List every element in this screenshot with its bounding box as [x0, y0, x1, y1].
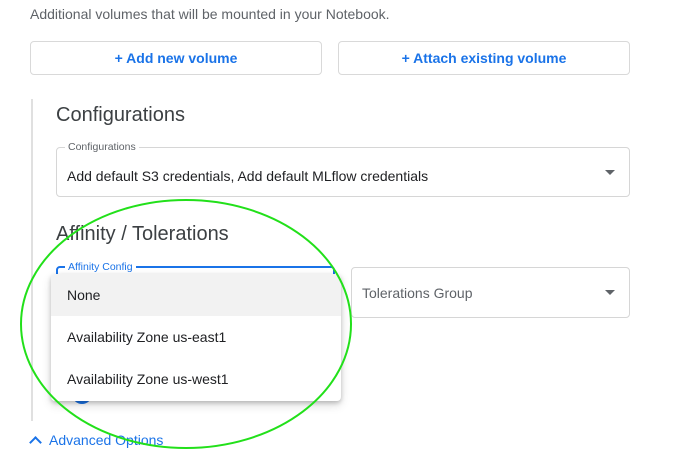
tolerations-group-select[interactable]: Tolerations Group [351, 267, 630, 318]
affinity-tolerations-title: Affinity / Tolerations [56, 223, 229, 245]
configurations-value: Add default S3 credentials, Add default … [67, 168, 429, 184]
chevron-up-icon [29, 435, 42, 449]
option-us-east1[interactable]: Availability Zone us-east1 [51, 316, 341, 358]
volumes-description: Additional volumes that will be mounted … [30, 6, 390, 22]
configurations-title: Configurations [56, 104, 185, 126]
dropdown-arrow-icon [605, 290, 615, 295]
add-new-volume-button[interactable]: + Add new volume [30, 41, 322, 75]
affinity-options-menu: None Availability Zone us-east1 Availabi… [51, 274, 341, 401]
affinity-config-label: Affinity Config [65, 261, 136, 273]
option-none[interactable]: None [51, 274, 341, 316]
advanced-options-label: Advanced Options [49, 432, 164, 448]
section-divider-line [31, 99, 33, 421]
dropdown-arrow-icon [605, 170, 615, 175]
configurations-field-label: Configurations [65, 141, 139, 153]
attach-existing-volume-button[interactable]: + Attach existing volume [338, 41, 630, 75]
configurations-select[interactable]: Configurations Add default S3 credential… [56, 141, 630, 197]
notebook-form: Additional volumes that will be mounted … [0, 0, 675, 475]
tolerations-group-placeholder: Tolerations Group [362, 285, 473, 301]
option-us-west1[interactable]: Availability Zone us-west1 [51, 358, 341, 400]
advanced-options-link[interactable]: Advanced Options [29, 432, 164, 449]
